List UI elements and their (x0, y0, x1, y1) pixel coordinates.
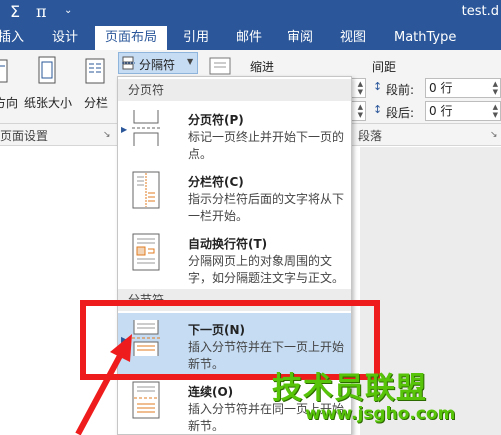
menu-item-description: 标记一页终止并开始下一页的点。 (188, 130, 345, 161)
menu-item-title: 自动换行符(T) (188, 237, 268, 251)
orientation-icon[interactable] (0, 58, 10, 86)
spacing-after-input[interactable]: 0 行 ▲ ▼ (425, 101, 501, 121)
text-wrapping-break-icon (132, 233, 160, 271)
paragraph-launcher-icon[interactable]: ↘ (490, 130, 498, 140)
customize-quick-access-icon[interactable]: ⌄ (64, 5, 72, 16)
tab-view[interactable]: 视图 (340, 26, 366, 50)
spacing-heading: 间距 (372, 60, 397, 74)
spin-down-icon[interactable]: ▼ (493, 89, 498, 96)
columns-button[interactable]: 分栏 (84, 94, 108, 111)
indent-right-spinner[interactable]: ▲ ▼ (352, 101, 366, 121)
tab-insert[interactable]: 插入 (0, 26, 24, 50)
equation-icon[interactable]: Σ (10, 2, 20, 21)
spacing-after-value: 0 行 (429, 104, 453, 118)
orientation-button[interactable]: 方向 (0, 94, 18, 111)
annotation-arrow-icon (75, 334, 132, 435)
ribbon-tab-bar: 插入 设计 页面布局 引用 邮件 审阅 视图 MathType (0, 26, 501, 51)
symbol-icon[interactable]: π (36, 2, 47, 21)
line-numbers-icon[interactable] (208, 56, 234, 76)
column-break-icon (132, 171, 160, 209)
selection-marker-icon: ▶ (121, 125, 128, 134)
chevron-down-icon: ▼ (187, 57, 194, 66)
spacing-before-value: 0 行 (429, 81, 453, 95)
menu-item-column-break[interactable]: 分栏符(C) 指示分栏符后面的文字将从下一栏开始。 (118, 165, 351, 227)
columns-icon[interactable] (85, 58, 107, 86)
menu-item-text-wrapping-break[interactable]: 自动换行符(T) 分隔网页上的对象周围的文字，如分隔题注文字与正文。 (118, 227, 351, 289)
spin-up-icon[interactable]: ▲ (493, 81, 498, 88)
spacing-before-label: 段前: (386, 83, 415, 97)
title-bar: Σ π ⌄ test.d (0, 0, 501, 26)
spacing-before-icon: ↕ (373, 80, 383, 93)
menu-item-page-break[interactable]: ▶ 分页符(P) 标记一页终止并开始下一页的点。 (118, 103, 351, 165)
paper-size-icon[interactable] (36, 56, 58, 88)
indent-heading: 缩进 (250, 60, 275, 74)
tab-references[interactable]: 引用 (183, 26, 209, 50)
spin-down-icon[interactable]: ▼ (493, 112, 498, 119)
breaks-label: 分隔符 (139, 58, 176, 72)
tab-design[interactable]: 设计 (52, 26, 78, 50)
watermark-logo-text: 技术员联盟 (272, 371, 427, 406)
menu-item-description: 指示分栏符后面的文字将从下一栏开始。 (188, 192, 345, 223)
group-paragraph-label: 段落 (358, 129, 383, 143)
paper-size-button[interactable]: 纸张大小 (24, 94, 72, 111)
indent-left-spinner[interactable]: ▲ ▼ (352, 78, 366, 98)
tab-page-layout[interactable]: 页面布局 (95, 26, 168, 51)
spacing-after-icon: ↕ (373, 103, 383, 116)
tab-mailings[interactable]: 邮件 (236, 26, 262, 50)
page-break-icon (132, 110, 160, 146)
menu-item-title: 连续(O) (188, 385, 234, 399)
menu-item-title: 分栏符(C) (188, 175, 244, 189)
menu-item-description: 分隔网页上的对象周围的文字，如分隔题注文字与正文。 (188, 254, 345, 285)
menu-item-title: 分页符(P) (188, 113, 244, 127)
page-breaks-header: 分页符 (118, 79, 351, 101)
tab-review[interactable]: 审阅 (287, 26, 313, 50)
spacing-after-label: 段后: (386, 106, 415, 120)
page-setup-launcher-icon[interactable]: ↘ (103, 130, 111, 140)
group-page-setup-label: 页面设置 (0, 129, 49, 143)
window-title: test.d (461, 4, 499, 19)
spacing-before-input[interactable]: 0 行 ▲ ▼ (425, 78, 501, 98)
breaks-button[interactable]: 分隔符 ▼ (118, 52, 198, 74)
breaks-icon (122, 56, 135, 70)
tab-mathtype[interactable]: MathType (394, 26, 456, 50)
watermark-url: www.jsgho.com (305, 404, 456, 424)
spin-up-icon[interactable]: ▲ (493, 104, 498, 111)
